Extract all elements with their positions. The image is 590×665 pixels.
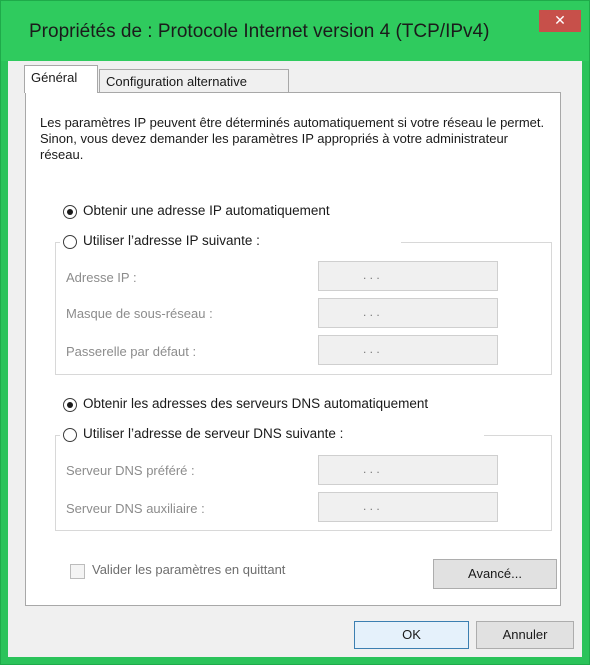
- ip-auto-label[interactable]: Obtenir une adresse IP automatiquement: [83, 203, 330, 218]
- tab-alternate-configuration[interactable]: Configuration alternative: [99, 69, 289, 93]
- subnet-mask-label: Masque de sous-réseau :: [66, 306, 213, 321]
- ip-manual-radio[interactable]: [63, 235, 77, 249]
- alternate-dns-label: Serveur DNS auxiliaire :: [66, 501, 205, 516]
- dns-auto-radio[interactable]: [63, 398, 77, 412]
- close-button[interactable]: ✕: [539, 10, 581, 32]
- alternate-dns-input[interactable]: . . .: [318, 492, 498, 522]
- preferred-dns-value: . . .: [363, 462, 380, 476]
- default-gateway-value: . . .: [363, 342, 380, 356]
- ip-address-label: Adresse IP :: [66, 270, 137, 285]
- dns-manual-radio[interactable]: [63, 428, 77, 442]
- close-icon: ✕: [554, 13, 566, 29]
- dialog-window: Propriétés de : Protocole Internet versi…: [0, 0, 590, 665]
- tab-general[interactable]: Général: [24, 65, 98, 93]
- subnet-mask-input[interactable]: . . .: [318, 298, 498, 328]
- default-gateway-label: Passerelle par défaut :: [66, 344, 197, 359]
- dialog-client-area: Général Configuration alternative Les pa…: [8, 61, 582, 657]
- general-panel: Les paramètres IP peuvent être déterminé…: [25, 92, 561, 606]
- preferred-dns-label: Serveur DNS préféré :: [66, 463, 195, 478]
- cancel-button[interactable]: Annuler: [476, 621, 574, 649]
- validate-on-exit-label[interactable]: Valider les paramètres en quittant: [92, 562, 285, 577]
- ip-manual-label[interactable]: Utiliser l’adresse IP suivante :: [83, 233, 260, 248]
- ok-button[interactable]: OK: [354, 621, 469, 649]
- intro-text: Les paramètres IP peuvent être déterminé…: [40, 115, 545, 162]
- subnet-mask-value: . . .: [363, 305, 380, 319]
- preferred-dns-input[interactable]: . . .: [318, 455, 498, 485]
- advanced-button[interactable]: Avancé...: [433, 559, 557, 589]
- validate-on-exit-checkbox[interactable]: [70, 564, 85, 579]
- ip-address-value: . . .: [363, 268, 380, 282]
- ip-auto-radio[interactable]: [63, 205, 77, 219]
- default-gateway-input[interactable]: . . .: [318, 335, 498, 365]
- alternate-dns-value: . . .: [363, 499, 380, 513]
- window-title: Propriétés de : Protocole Internet versi…: [29, 21, 490, 42]
- dns-manual-label[interactable]: Utiliser l’adresse de serveur DNS suivan…: [83, 426, 343, 441]
- dns-auto-label[interactable]: Obtenir les adresses des serveurs DNS au…: [83, 396, 428, 411]
- title-bar[interactable]: Propriétés de : Protocole Internet versi…: [1, 1, 589, 61]
- ip-address-input[interactable]: . . .: [318, 261, 498, 291]
